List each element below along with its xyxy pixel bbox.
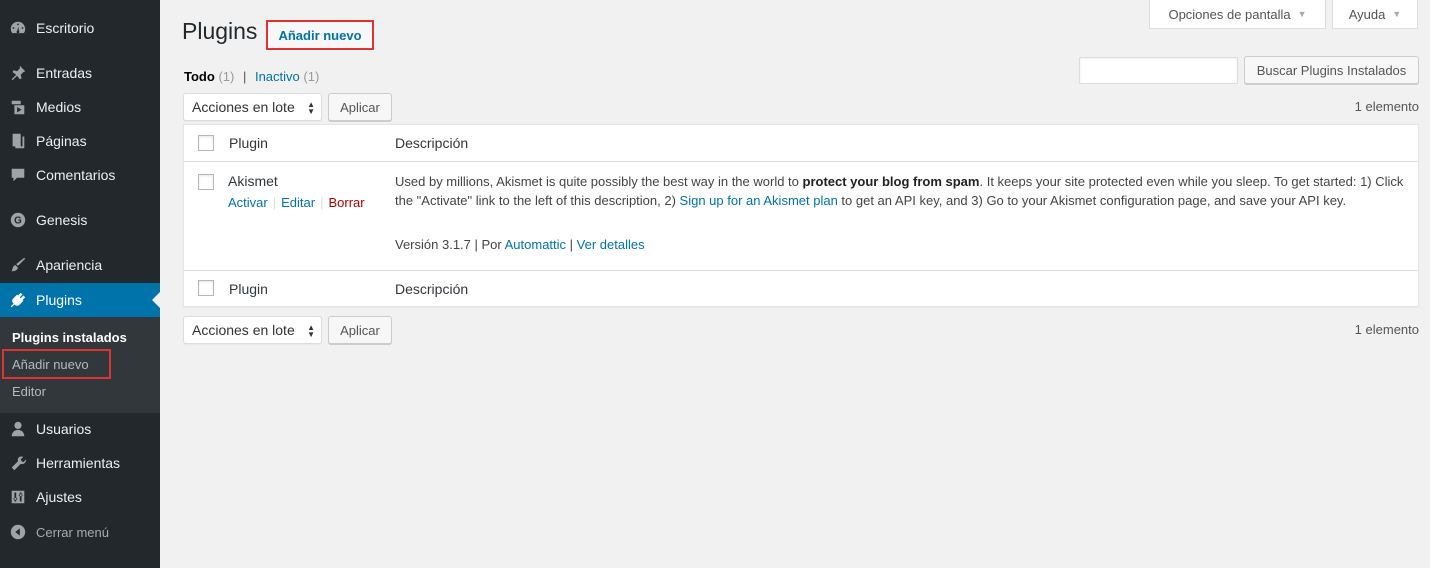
pages-icon: [0, 132, 36, 150]
desc-text: Used by millions, Akismet is quite possi…: [395, 174, 803, 189]
desc-text: to get an API key, and 3) Go to your Aki…: [837, 193, 1347, 208]
submenu-editor[interactable]: Editor: [12, 384, 46, 399]
column-plugin: Plugin: [229, 135, 268, 151]
filter-separator: |: [242, 69, 247, 84]
sidebar-item-entradas[interactable]: Entradas: [0, 56, 160, 90]
plugin-row-actions: Activar | Editar | Borrar: [228, 195, 365, 210]
sidebar-item-label: Ajustes: [36, 489, 82, 505]
sidebar-item-plugins[interactable]: Plugins: [0, 283, 160, 317]
action-separator: |: [272, 195, 277, 210]
plugin-row-checkbox[interactable]: [198, 174, 214, 190]
triangle-down-icon: ▼: [1392, 9, 1402, 19]
help-label: Ayuda: [1348, 6, 1386, 22]
sidebar-item-medios[interactable]: Medios: [0, 90, 160, 124]
sidebar-item-label: Medios: [36, 99, 82, 115]
sidebar-item-genesis[interactable]: G Genesis: [0, 203, 160, 237]
sidebar-item-paginas[interactable]: Páginas: [0, 124, 160, 158]
plugin-version: Versión 3.1.7 | Por: [395, 237, 505, 252]
sidebar-item-label: Usuarios: [36, 421, 92, 437]
sidebar-item-label: Comentarios: [36, 167, 116, 183]
select-all-checkbox-bottom[interactable]: [198, 280, 214, 296]
select-arrows-icon: ▲ ▼: [307, 100, 315, 116]
view-details-link[interactable]: Ver detalles: [577, 237, 645, 252]
pin-icon: [0, 64, 36, 82]
sidebar-item-usuarios[interactable]: Usuarios: [0, 412, 160, 446]
author-link[interactable]: Automattic: [505, 237, 566, 252]
search-input[interactable]: [1079, 57, 1238, 84]
column-plugin: Plugin: [229, 281, 268, 297]
filter-all-count: (1): [218, 69, 235, 84]
meta-separator: |: [566, 237, 577, 252]
status-filters: Todo (1) | Inactivo (1): [184, 69, 319, 84]
screen-options-button[interactable]: Opciones de pantalla ▼: [1149, 0, 1326, 29]
collapse-menu-button[interactable]: Cerrar menú: [0, 515, 160, 549]
main-content: Opciones de pantalla ▼ Ayuda ▼ Plugins Aña…: [160, 0, 1430, 568]
submenu-plugins-instalados[interactable]: Plugins instalados: [12, 330, 127, 345]
item-count-bottom: 1 elemento: [1354, 322, 1419, 337]
bulk-actions-value: Acciones en lote: [192, 99, 295, 115]
help-button[interactable]: Ayuda ▼: [1332, 0, 1418, 29]
akismet-plan-link[interactable]: Sign up for an Akismet plan: [680, 193, 838, 208]
sidebar-item-escritorio[interactable]: Escritorio: [0, 11, 160, 45]
apply-button-bottom[interactable]: Aplicar: [328, 316, 392, 344]
search-plugins-button[interactable]: Buscar Plugins Instalados: [1244, 56, 1419, 84]
sidebar-item-label: Escritorio: [36, 20, 95, 36]
svg-text:G: G: [14, 216, 22, 227]
bulk-actions-value: Acciones en lote: [192, 322, 295, 338]
settings-icon: [0, 488, 36, 506]
sidebar-item-comentarios[interactable]: Comentarios: [0, 158, 160, 192]
triangle-down-icon: ▼: [1297, 9, 1307, 19]
dashboard-icon: [0, 19, 36, 37]
genesis-icon: G: [0, 211, 36, 229]
select-arrows-icon: ▲ ▼: [307, 323, 315, 339]
column-description: Descripción: [395, 135, 469, 151]
admin-sidebar: Escritorio Entradas Medios Páginas Comen…: [0, 0, 160, 568]
plugin-icon: [0, 291, 36, 309]
filter-inactive-count: (1): [303, 69, 320, 84]
screen-options-label: Opciones de pantalla: [1168, 6, 1291, 22]
wrench-icon: [0, 454, 36, 472]
plugin-description: Used by millions, Akismet is quite possi…: [395, 172, 1415, 210]
select-all-checkbox[interactable]: [198, 135, 214, 151]
sidebar-item-ajustes[interactable]: Ajustes: [0, 480, 160, 514]
sidebar-item-label: Plugins: [36, 292, 82, 308]
collapse-icon: [0, 523, 36, 541]
action-separator: |: [320, 195, 324, 210]
item-count-top: 1 elemento: [1354, 99, 1419, 114]
user-icon: [0, 420, 36, 438]
sidebar-item-label: Páginas: [36, 133, 87, 149]
sidebar-item-label: Herramientas: [36, 455, 121, 471]
sidebar-item-apariencia[interactable]: Apariencia: [0, 248, 160, 282]
apply-button-top[interactable]: Aplicar: [328, 93, 392, 121]
filter-all[interactable]: Todo: [184, 69, 215, 84]
collapse-label: Cerrar menú: [36, 524, 109, 540]
brush-icon: [0, 256, 36, 274]
add-new-button[interactable]: Añadir nuevo: [266, 20, 374, 50]
sidebar-item-herramientas[interactable]: Herramientas: [0, 446, 160, 480]
edit-link[interactable]: Editar: [281, 195, 315, 210]
plugins-table: Plugin Descripción Akismet Activar | Edita…: [183, 124, 1419, 307]
activate-link[interactable]: Activar: [228, 195, 268, 210]
plugin-name: Akismet: [228, 173, 278, 189]
plugin-meta: Versión 3.1.7 | Por Automattic | Ver det…: [395, 237, 645, 252]
media-icon: [0, 98, 36, 116]
bulk-actions-select-top[interactable]: Acciones en lote ▲ ▼: [183, 93, 322, 121]
filter-inactive[interactable]: Inactivo: [255, 69, 300, 84]
highlight-box: [2, 349, 111, 379]
column-description: Descripción: [395, 281, 469, 297]
bulk-actions-select-bottom[interactable]: Acciones en lote ▲ ▼: [183, 316, 322, 344]
page-title: Plugins: [182, 18, 258, 44]
sidebar-item-label: Entradas: [36, 65, 93, 81]
sidebar-item-label: Genesis: [36, 212, 88, 228]
divider: [184, 270, 1418, 271]
divider: [184, 161, 1418, 162]
delete-link[interactable]: Borrar: [328, 195, 364, 210]
comment-icon: [0, 166, 36, 184]
sidebar-item-label: Apariencia: [36, 257, 103, 273]
desc-bold: protect your blog from spam: [802, 174, 980, 189]
